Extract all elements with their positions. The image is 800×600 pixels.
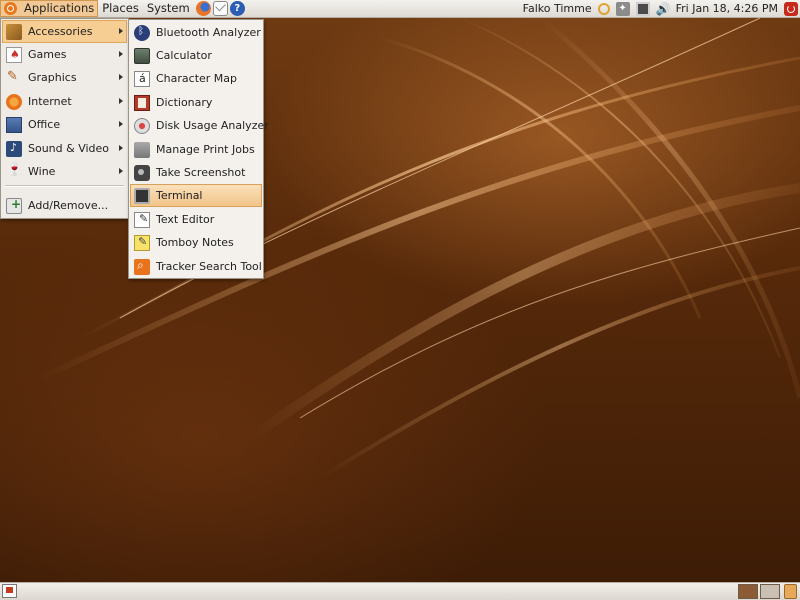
menu-item-games[interactable]: Games	[2, 43, 127, 66]
submenu-item-tomboy-notes[interactable]: Tomboy Notes	[130, 231, 262, 254]
places-menu[interactable]: Places	[98, 0, 143, 17]
system-menu[interactable]: System	[143, 0, 194, 17]
calculator-icon	[134, 47, 150, 64]
top-panel-right: Falko Timme ✦ 🔊 Fri Jan 18, 4:26 PM	[523, 0, 800, 17]
submenu-arrow-icon	[119, 28, 123, 34]
menu-item-label: Internet	[28, 95, 72, 108]
applications-menu[interactable]: Applications	[0, 0, 99, 17]
submenu-item-label: Text Editor	[156, 213, 215, 226]
dictionary-icon	[134, 94, 150, 111]
menu-item-internet[interactable]: Internet	[2, 90, 127, 113]
ubuntu-logo-icon	[4, 2, 17, 15]
keyring-icon[interactable]	[597, 2, 610, 15]
submenu-arrow-icon	[119, 74, 123, 80]
printer-icon	[134, 141, 150, 158]
menu-item-label: Sound & Video	[28, 142, 110, 155]
power-icon[interactable]	[784, 1, 798, 16]
menu-item-wine[interactable]: Wine	[2, 160, 127, 183]
office-icon	[6, 116, 22, 133]
submenu-item-label: Take Screenshot	[156, 166, 246, 179]
camera-icon	[134, 164, 150, 181]
submenu-item-manage-print-jobs[interactable]: Manage Print Jobs	[130, 138, 262, 161]
submenu-item-label: Calculator	[156, 49, 212, 62]
submenu-item-disk-usage-analyzer[interactable]: Disk Usage Analyzer	[130, 114, 269, 137]
accessories-submenu: Bluetooth Analyzer Calculator Character …	[128, 19, 269, 279]
top-panel-left: Applications Places System ?	[0, 0, 245, 17]
submenu-item-terminal[interactable]: Terminal	[130, 184, 262, 207]
graphics-icon	[6, 69, 22, 86]
submenu-item-label: Bluetooth Analyzer	[156, 26, 261, 39]
user-name[interactable]: Falko Timme	[523, 2, 592, 15]
submenu-arrow-icon	[119, 168, 123, 174]
menu-item-accessories[interactable]: Accessories	[2, 20, 127, 43]
text-editor-icon	[134, 211, 150, 228]
menu-item-add-remove[interactable]: Add/Remove...	[2, 194, 127, 217]
bottom-panel	[0, 582, 800, 600]
submenu-item-bluetooth-analyzer[interactable]: Bluetooth Analyzer	[130, 21, 262, 44]
updates-icon[interactable]: ✦	[615, 1, 630, 16]
menu-item-graphics[interactable]: Graphics	[2, 66, 127, 89]
firefox-icon[interactable]	[195, 1, 211, 16]
menu-item-label: Add/Remove...	[28, 199, 109, 212]
submenu-item-dictionary[interactable]: Dictionary	[130, 91, 262, 114]
submenu-item-calculator[interactable]: Calculator	[130, 44, 262, 67]
submenu-item-label: Manage Print Jobs	[156, 143, 255, 156]
show-desktop-icon[interactable]	[2, 584, 17, 598]
trash-icon[interactable]	[784, 584, 797, 599]
workspace-2[interactable]	[760, 584, 780, 599]
submenu-arrow-icon	[119, 51, 123, 57]
accessories-icon	[6, 23, 22, 40]
terminal-icon	[134, 187, 150, 204]
sound-video-icon	[6, 140, 22, 157]
submenu-item-label: Disk Usage Analyzer	[156, 119, 269, 132]
volume-icon[interactable]: 🔊	[656, 2, 671, 16]
clock[interactable]: Fri Jan 18, 4:26 PM	[676, 2, 778, 15]
menu-item-label: Office	[28, 118, 61, 131]
tomboy-icon	[134, 234, 150, 251]
internet-icon	[6, 93, 22, 110]
submenu-item-character-map[interactable]: Character Map	[130, 67, 262, 90]
workspace-1[interactable]	[738, 584, 758, 599]
tracker-search-icon	[134, 258, 150, 275]
submenu-item-label: Terminal	[156, 189, 203, 202]
applications-menu-label: Applications	[24, 1, 95, 15]
submenu-item-label: Character Map	[156, 72, 238, 85]
menu-separator	[5, 185, 124, 187]
add-remove-icon	[6, 197, 22, 214]
submenu-item-text-editor[interactable]: Text Editor	[130, 208, 262, 231]
menu-item-label: Wine	[28, 165, 56, 178]
menu-item-label: Games	[28, 48, 67, 61]
submenu-arrow-icon	[119, 121, 123, 127]
submenu-item-label: Tomboy Notes	[156, 236, 234, 249]
help-icon[interactable]: ?	[229, 1, 245, 16]
submenu-item-take-screenshot[interactable]: Take Screenshot	[130, 161, 262, 184]
games-icon	[6, 46, 22, 63]
character-map-icon	[134, 70, 150, 87]
mail-icon[interactable]	[212, 1, 228, 16]
submenu-arrow-icon	[119, 98, 123, 104]
menu-item-label: Graphics	[28, 71, 77, 84]
bluetooth-icon	[134, 24, 150, 41]
wine-icon	[6, 162, 22, 180]
disk-usage-icon	[134, 117, 150, 134]
submenu-item-label: Dictionary	[156, 96, 213, 109]
submenu-item-tracker-search-tool[interactable]: Tracker Search Tool	[130, 255, 262, 278]
network-icon[interactable]	[635, 1, 650, 16]
menu-item-sound-video[interactable]: Sound & Video	[2, 137, 127, 160]
submenu-item-label: Tracker Search Tool	[156, 260, 262, 273]
applications-dropdown: Accessories Games Graphics Internet Offi…	[0, 18, 129, 219]
submenu-arrow-icon	[119, 145, 123, 151]
menu-item-office[interactable]: Office	[2, 113, 127, 136]
top-panel: Applications Places System ? Falko Timme…	[0, 0, 800, 18]
menu-item-label: Accessories	[28, 25, 93, 38]
